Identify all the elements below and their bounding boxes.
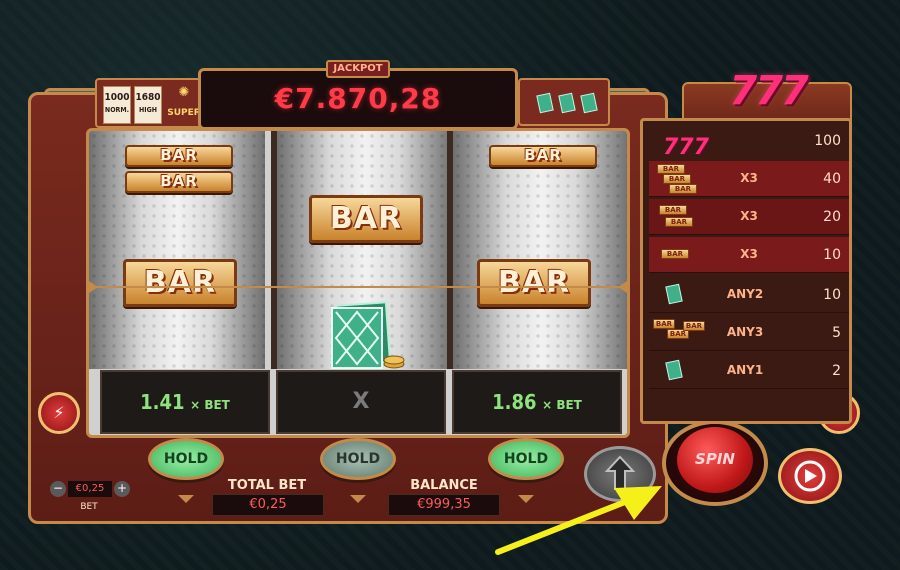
- hold-button-2[interactable]: HOLD: [320, 438, 396, 480]
- bar-mini-icon: BAR: [657, 164, 685, 174]
- bar-mini-icon: BAR: [661, 249, 689, 259]
- bar-mini-icon: BAR: [663, 174, 691, 184]
- game-logo: 777: [729, 68, 809, 114]
- pay-label: ANY1: [726, 363, 764, 377]
- card-icon: [665, 283, 683, 305]
- lightning-icon: ⚡: [53, 403, 65, 422]
- reel-1: BAR BAR BAR: [89, 131, 265, 369]
- jackpot-value: €7.870,28: [274, 82, 442, 115]
- payline: [86, 286, 630, 288]
- hold-button-1[interactable]: HOLD: [148, 438, 224, 480]
- pay-value: 10: [823, 247, 841, 263]
- pay-value: 5: [832, 325, 841, 341]
- bet-decrease-button[interactable]: −: [50, 481, 66, 497]
- paytable-row: BAR BAR BAR ANY3 5: [649, 315, 849, 351]
- pay-value: 2: [832, 363, 841, 379]
- spin-label: SPIN: [695, 450, 735, 468]
- bar-symbol: BAR: [125, 145, 233, 167]
- card-icon: [558, 92, 576, 114]
- bar-symbol: BAR: [477, 259, 591, 307]
- hold-indicator: [178, 495, 194, 503]
- multiplier-reel-2: X: [276, 370, 446, 434]
- level-high: 1680 HIGH: [134, 86, 162, 124]
- bar-mini-icon: BAR: [669, 184, 697, 194]
- paytable-row: BAR X3 10: [649, 237, 849, 273]
- spin-button[interactable]: SPIN: [674, 424, 756, 496]
- autoplay-icon: [794, 460, 826, 492]
- payline-arrow-left: [86, 279, 98, 295]
- hold-indicator: [350, 495, 366, 503]
- paytable: 777 100 BAR BAR BAR X3 40 BAR BAR X3 20 …: [640, 118, 852, 424]
- annotation-arrow: [495, 486, 662, 555]
- balance-label: BALANCE: [410, 478, 478, 493]
- paytable-row: BAR BAR BAR X3 40: [649, 161, 849, 197]
- card-stack-badge: [518, 78, 610, 126]
- balance-value: €999,35: [388, 494, 500, 516]
- bet-value: €0,25: [68, 481, 112, 497]
- bar-mini-icon: BAR: [683, 321, 705, 331]
- paytable-row: BAR BAR X3 20: [649, 199, 849, 235]
- jackpot-label: JACKPOT: [326, 60, 390, 78]
- hold-button-3[interactable]: HOLD: [488, 438, 564, 480]
- turbo-lightning-button[interactable]: ⚡: [38, 392, 80, 434]
- card-icon: [665, 359, 683, 381]
- level-super: SUPER: [167, 108, 201, 118]
- card-icon: [580, 92, 598, 114]
- bar-mini-icon: BAR: [665, 217, 693, 227]
- reel-3: BAR BAR: [453, 131, 627, 369]
- pay-value: 10: [823, 287, 841, 303]
- paytable-row-777: 777 100: [643, 121, 849, 160]
- pay-label: X3: [740, 209, 758, 223]
- card-icon: [536, 92, 554, 114]
- pay-symbol-777: 777: [663, 135, 709, 160]
- paytable-row: ANY2 10: [649, 277, 849, 313]
- bet-label: BET: [80, 502, 98, 512]
- pay-label: X3: [740, 171, 758, 185]
- jackpot-levels: 1000 NORM. 1680 HIGH ✺ SUPER: [95, 78, 205, 128]
- bet-selector: − €0,25 +: [50, 480, 130, 498]
- total-bet-value: €0,25: [212, 494, 324, 516]
- level-norm: 1000 NORM.: [103, 86, 131, 124]
- payline-arrow-right: [618, 279, 630, 295]
- bar-symbol: BAR: [125, 171, 233, 193]
- bet-increase-button[interactable]: +: [114, 481, 130, 497]
- multiplier-reel-3: 1.86 × BET: [452, 370, 622, 434]
- autoplay-button[interactable]: [778, 448, 842, 504]
- pay-value: 100: [814, 133, 841, 149]
- paytable-row: ANY1 2: [649, 353, 849, 389]
- bar-symbol: BAR: [489, 145, 597, 167]
- bar-mini-icon: BAR: [653, 319, 675, 329]
- multiplier-reel-1: 1.41 × BET: [100, 370, 270, 434]
- pay-label: ANY3: [726, 325, 764, 339]
- bar-mini-icon: BAR: [659, 205, 687, 215]
- total-bet-label: TOTAL BET: [227, 478, 307, 493]
- bar-symbol: BAR: [309, 195, 423, 243]
- bar-symbol: BAR: [123, 259, 237, 307]
- pay-value: 20: [823, 209, 841, 225]
- pay-label: X3: [740, 247, 758, 261]
- pay-value: 40: [823, 171, 841, 187]
- pay-label: ANY2: [726, 287, 764, 301]
- card-stack-symbol: [331, 301, 405, 369]
